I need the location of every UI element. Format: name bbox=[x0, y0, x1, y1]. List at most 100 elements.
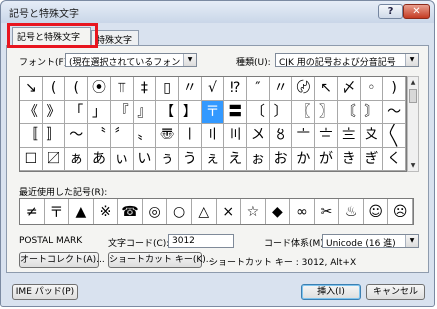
symbol-cell[interactable]: ) bbox=[383, 77, 406, 101]
symbol-cell[interactable]: ◦ bbox=[360, 77, 384, 101]
char-code-input[interactable]: 3012 bbox=[168, 234, 234, 248]
recent-symbol-cell[interactable]: 〒 bbox=[45, 199, 70, 224]
shortcut-key-button[interactable]: ショートカット キー(K)... bbox=[108, 252, 214, 268]
recent-symbol-cell[interactable]: ≠ bbox=[20, 199, 45, 224]
symbol-cell[interactable]: 〠 bbox=[156, 124, 179, 148]
recent-symbols[interactable]: ≠ 〒 ▲ ※ ☎ ◎ ○ △ × ☆ ◆ ∞ ✂ ♨ ☺ ☹ bbox=[19, 198, 414, 225]
symbol-cell[interactable]: ▯ bbox=[156, 77, 179, 101]
symbol-grid[interactable]: ↘((⦿ ⫪ ‡ ▯ 〃 √ ⁉ ″ 〃〄 ↖ 〆 ◦) 《》「」『』【】〒〓〔〕〖〗〘〙〜〚〛〜〝〞〟… bbox=[19, 76, 407, 172]
symbol-cell[interactable]: 〗 bbox=[315, 100, 338, 124]
symbol-cell[interactable]: う bbox=[178, 147, 202, 171]
symbol-cell[interactable]: く bbox=[383, 147, 406, 171]
close-button[interactable]: ✕ bbox=[403, 4, 430, 19]
recent-symbol-cell[interactable]: ∞ bbox=[290, 199, 315, 224]
ime-pad-button[interactable]: IME パッド(P) bbox=[12, 284, 78, 300]
symbol-cell[interactable]: 〼 bbox=[42, 147, 66, 171]
autocorrect-button[interactable]: オートコレクト(A)... bbox=[19, 252, 105, 268]
symbol-cell[interactable]: え bbox=[224, 147, 248, 171]
scroll-thumb[interactable] bbox=[409, 89, 417, 103]
symbol-cell[interactable]: 』 bbox=[133, 100, 157, 124]
symbol-cell[interactable]: 〚 bbox=[20, 124, 43, 148]
recent-symbol-cell[interactable]: △ bbox=[192, 199, 217, 224]
symbol-cell[interactable]: ( bbox=[65, 77, 89, 101]
symbol-cell[interactable]: ぎ bbox=[360, 147, 384, 171]
symbol-cell[interactable]: ぁ bbox=[65, 147, 89, 171]
recent-symbol-cell[interactable]: ◆ bbox=[266, 199, 291, 224]
symbol-cell[interactable]: が bbox=[315, 147, 338, 171]
symbol-cell[interactable]: ぅ bbox=[156, 147, 179, 171]
recent-symbol-cell[interactable]: ☺ bbox=[364, 199, 389, 224]
symbol-cell[interactable]: 〔 bbox=[247, 100, 270, 124]
symbol-cell[interactable]: 《 bbox=[20, 100, 43, 124]
font-select[interactable]: (現在選択されているフォント) ▼ bbox=[65, 53, 197, 67]
symbol-cell[interactable]: 〤 bbox=[247, 124, 270, 148]
symbol-cell[interactable]: 》 bbox=[42, 100, 66, 124]
symbol-cell[interactable]: 〛 bbox=[42, 124, 66, 148]
symbol-cell[interactable]: 」 bbox=[88, 100, 111, 124]
scroll-down-icon[interactable]: ▼ bbox=[408, 160, 418, 171]
symbol-cell[interactable]: ↖ bbox=[315, 77, 338, 101]
recent-symbol-cell[interactable]: ◎ bbox=[143, 199, 168, 224]
recent-symbol-cell[interactable]: ♨ bbox=[339, 199, 364, 224]
symbol-cell[interactable]: 〱 bbox=[383, 124, 406, 148]
symbol-cell[interactable]: 〘 bbox=[337, 100, 361, 124]
symbol-cell[interactable]: ⁉ bbox=[224, 77, 248, 101]
grid-scrollbar[interactable]: ▲ ▼ bbox=[407, 76, 419, 172]
symbol-cell[interactable]: 【 bbox=[156, 100, 179, 124]
symbol-cell[interactable]: ぃ bbox=[110, 147, 134, 171]
symbol-cell[interactable]: 〢 bbox=[201, 124, 225, 148]
recent-symbol-cell[interactable]: ○ bbox=[167, 199, 192, 224]
symbol-cell[interactable]: 〦 bbox=[292, 124, 316, 148]
symbol-cell[interactable]: 】 bbox=[178, 100, 202, 124]
cancel-button[interactable]: キャンセル bbox=[366, 284, 425, 300]
symbol-cell[interactable]: お bbox=[269, 147, 293, 171]
symbol-cell[interactable]: 〟 bbox=[133, 124, 157, 148]
symbol-cell[interactable]: 〙 bbox=[360, 100, 384, 124]
recent-symbol-cell[interactable]: ※ bbox=[94, 199, 119, 224]
tab-special-characters[interactable]: 特殊文字 bbox=[91, 30, 139, 46]
recent-symbol-cell[interactable]: ☹ bbox=[388, 199, 413, 224]
symbol-cell[interactable]: 〕 bbox=[269, 100, 293, 124]
symbol-cell[interactable]: 『 bbox=[110, 100, 134, 124]
recent-symbol-cell[interactable]: ☆ bbox=[241, 199, 266, 224]
symbol-cell[interactable]: √ bbox=[201, 77, 225, 101]
symbol-cell[interactable]: 〜 bbox=[65, 124, 89, 148]
symbol-cell[interactable]: 〧 bbox=[315, 124, 338, 148]
symbol-cell[interactable]: ″ bbox=[247, 77, 270, 101]
symbol-cell[interactable]: 〡 bbox=[178, 124, 202, 148]
symbol-cell[interactable]: 〝 bbox=[88, 124, 111, 148]
recent-symbol-cell[interactable]: × bbox=[217, 199, 242, 224]
symbol-cell[interactable]: 「 bbox=[65, 100, 89, 124]
symbol-cell[interactable]: ぇ bbox=[201, 147, 225, 171]
symbol-cell[interactable]: 〃 bbox=[269, 77, 293, 101]
symbol-cell[interactable]: ⦿ bbox=[88, 77, 111, 101]
scroll-up-icon[interactable]: ▲ bbox=[408, 77, 418, 88]
subset-select[interactable]: CJK 用の記号および分音記号 ▼ bbox=[275, 53, 419, 67]
symbol-cell[interactable]: ☐ bbox=[20, 147, 43, 171]
symbol-cell[interactable]: 〃 bbox=[178, 77, 202, 101]
symbol-cell[interactable]: 〄 bbox=[292, 77, 316, 101]
help-button[interactable]: ? bbox=[378, 4, 403, 19]
symbol-cell[interactable]: 〖 bbox=[292, 100, 316, 124]
symbol-cell[interactable]: 〜 bbox=[383, 100, 406, 124]
symbol-cell[interactable]: 〞 bbox=[110, 124, 134, 148]
symbol-cell[interactable]: ⫪ bbox=[110, 77, 134, 101]
symbol-cell[interactable]: 〆 bbox=[337, 77, 361, 101]
symbol-cell[interactable]: 〓 bbox=[224, 100, 248, 124]
symbol-cell[interactable]: 〒 bbox=[201, 100, 225, 124]
insert-button[interactable]: 挿入(I) bbox=[301, 284, 361, 300]
recent-symbol-cell[interactable]: ☎ bbox=[118, 199, 143, 224]
symbol-cell[interactable]: い bbox=[133, 147, 157, 171]
symbol-cell[interactable]: ぉ bbox=[247, 147, 270, 171]
symbol-cell[interactable]: ↘ bbox=[20, 77, 43, 101]
symbol-cell[interactable]: 〨 bbox=[337, 124, 361, 148]
symbol-cell[interactable]: か bbox=[292, 147, 316, 171]
symbol-cell[interactable]: あ bbox=[88, 147, 111, 171]
encoding-select[interactable]: Unicode (16 進) ▼ bbox=[322, 234, 419, 248]
recent-symbol-cell[interactable]: ▲ bbox=[69, 199, 94, 224]
symbol-cell[interactable]: ‡ bbox=[133, 77, 157, 101]
symbol-cell[interactable]: き bbox=[337, 147, 361, 171]
recent-symbol-cell[interactable]: ✂ bbox=[315, 199, 340, 224]
symbol-cell[interactable]: ( bbox=[42, 77, 66, 101]
symbol-cell[interactable]: 〩 bbox=[360, 124, 384, 148]
